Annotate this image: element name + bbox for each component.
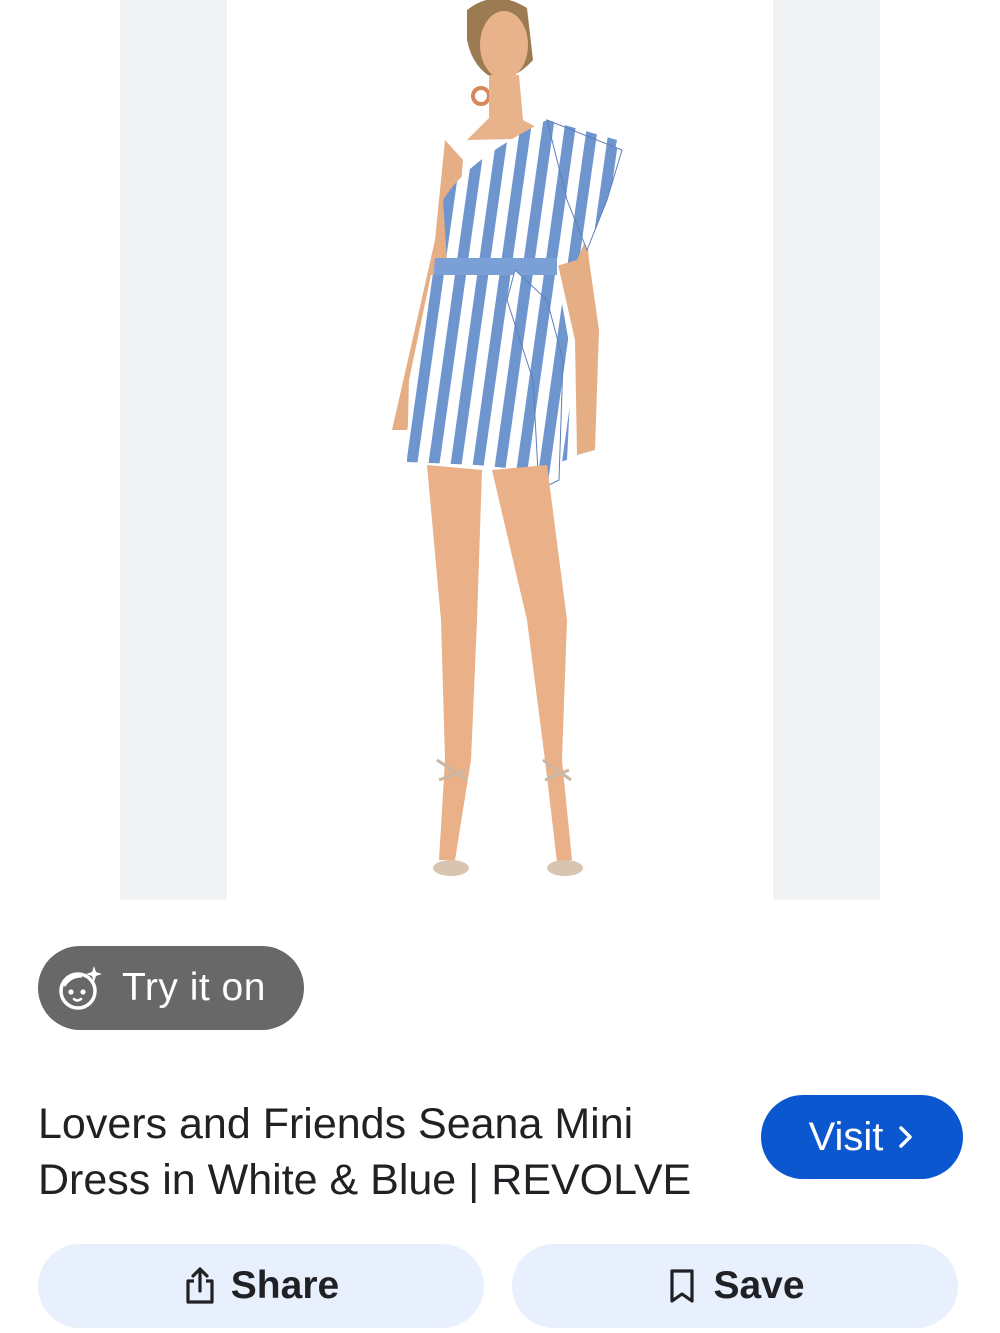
try-it-on-label: Try it on: [122, 966, 266, 1009]
result-title[interactable]: Lovers and Friends Seana Mini Dress in W…: [38, 1096, 728, 1208]
share-label: Share: [230, 1264, 340, 1307]
share-button[interactable]: Share: [38, 1244, 484, 1328]
product-photo-illustration: [392, 0, 623, 876]
visit-button[interactable]: Visit: [761, 1095, 963, 1179]
try-it-on-button[interactable]: Try it on: [38, 946, 304, 1030]
share-icon: [186, 1267, 214, 1304]
chevron-right-icon: [899, 1126, 913, 1148]
face-sparkle-icon: [59, 966, 102, 1010]
save-button[interactable]: Save: [512, 1244, 958, 1328]
visit-label: Visit: [808, 1114, 884, 1159]
bookmark-icon: [670, 1269, 695, 1303]
product-image[interactable]: [227, 0, 773, 900]
product-image-frame[interactable]: [120, 0, 880, 900]
save-label: Save: [713, 1264, 805, 1307]
